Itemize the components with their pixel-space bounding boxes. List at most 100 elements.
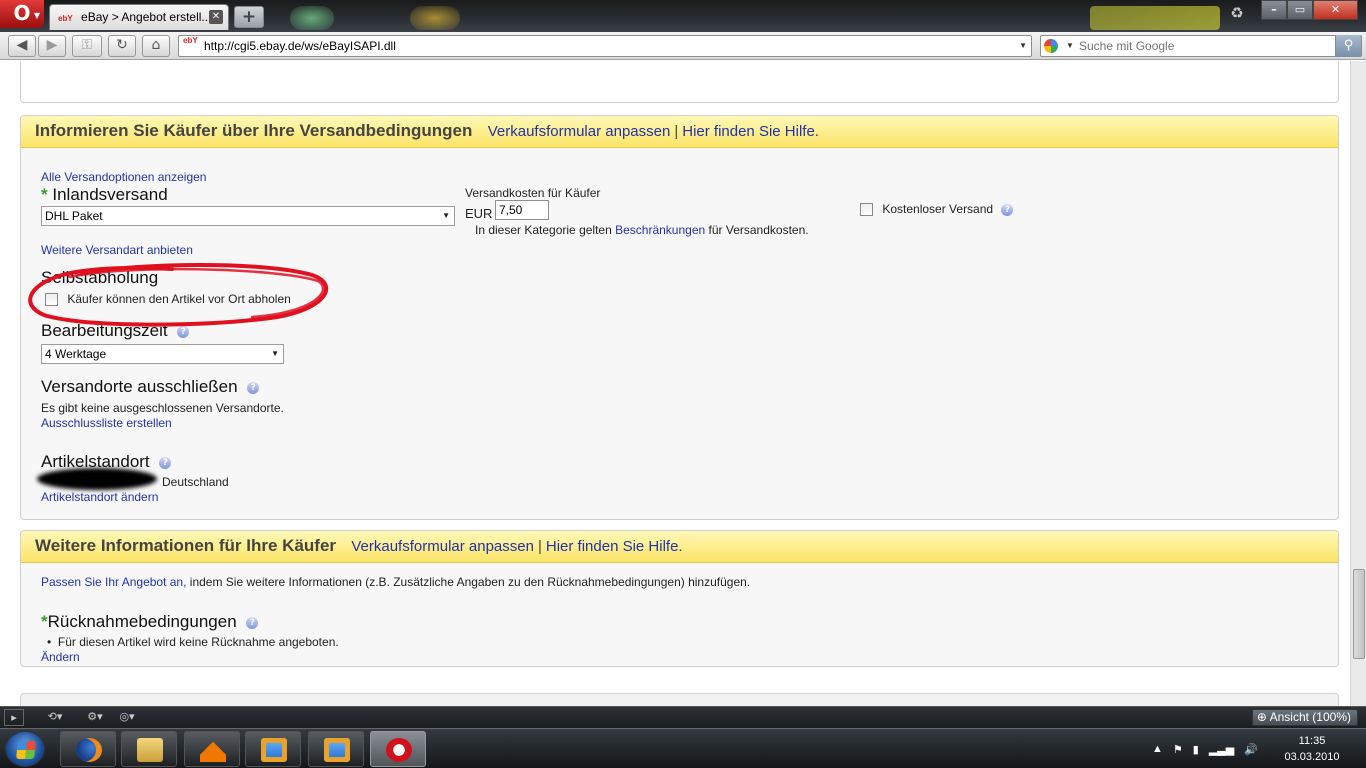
- media-player-icon: [324, 738, 350, 762]
- returns-bullet-text: Für diesen Artikel wird keine Rücknahme …: [57, 635, 339, 649]
- more-info-section-header: Weitere Informationen für Ihre Käufer Ve…: [21, 531, 1338, 563]
- close-window-button[interactable]: ✕: [1313, 0, 1358, 20]
- minimize-button[interactable]: –: [1261, 0, 1287, 20]
- section-title: Informieren Sie Käufer über Ihre Versand…: [35, 121, 473, 140]
- clock-time: 11:35: [1298, 735, 1326, 747]
- new-tab-button[interactable]: +: [234, 6, 264, 28]
- change-location-link[interactable]: Artikelstandort ändern: [41, 490, 158, 504]
- taskbar-explorer[interactable]: [121, 731, 177, 767]
- scrollbar-thumb[interactable]: [1353, 569, 1365, 659]
- change-returns-link[interactable]: Ändern: [41, 650, 80, 664]
- system-tray: ▲ ⚑ ▮ ▂▃▅ 🔊: [1152, 729, 1258, 768]
- taskbar-clock[interactable]: 11:35 03.03.2010: [1270, 733, 1354, 765]
- desktop-glow-decor: [410, 6, 460, 30]
- help-link[interactable]: Hier finden Sie Hilfe.: [682, 123, 819, 140]
- all-shipping-options-link[interactable]: Alle Versandoptionen anzeigen: [41, 170, 206, 184]
- required-mark: *: [41, 612, 48, 631]
- taskbar-firefox[interactable]: [60, 731, 116, 767]
- zoom-button[interactable]: ⊕ Ansicht (100%): [1251, 709, 1358, 726]
- chevron-down-icon[interactable]: ▼: [1019, 36, 1027, 56]
- search-icon[interactable]: ⚲: [1335, 35, 1361, 57]
- search-input[interactable]: [1079, 38, 1329, 54]
- desktop-glow-decor: [1090, 6, 1220, 30]
- show-hidden-icons-icon[interactable]: ▲: [1152, 743, 1163, 755]
- free-shipping-checkbox[interactable]: [860, 203, 873, 217]
- free-shipping-label: Kostenloser Versand: [882, 202, 994, 216]
- exclude-locations-note: Es gibt keine ausgeschlossenen Versandor…: [41, 401, 284, 415]
- panel-toggle-icon[interactable]: ▸: [4, 709, 24, 726]
- chevron-down-icon[interactable]: ▼: [1066, 36, 1074, 56]
- key-icon[interactable]: ⚿: [72, 35, 102, 57]
- taskbar-opera[interactable]: [370, 731, 426, 767]
- help-link[interactable]: Hier finden Sie Hilfe.: [546, 538, 683, 555]
- opera-icon: [386, 738, 412, 762]
- required-mark: *: [41, 185, 48, 204]
- vlc-icon: [200, 738, 226, 762]
- handling-time-select[interactable]: 4 Werktage ▼: [41, 344, 284, 364]
- google-icon[interactable]: [1044, 39, 1058, 53]
- reload-button[interactable]: ↻: [108, 35, 136, 57]
- forward-button[interactable]: ▶: [38, 35, 66, 57]
- page-viewport: Informieren Sie Käufer über Ihre Versand…: [0, 61, 1350, 706]
- item-location-country: Deutschland: [162, 475, 229, 489]
- link-separator: |: [537, 538, 542, 555]
- search-box: ▼ ⚲: [1040, 35, 1362, 57]
- battery-icon[interactable]: ▮: [1193, 743, 1199, 756]
- more-info-intro: Passen Sie Ihr Angebot an, indem Sie wei…: [41, 575, 750, 589]
- url-text: http://cgi5.ebay.de/ws/eBayISAPI.dll: [204, 39, 396, 53]
- unite-icon[interactable]: ◎▾: [110, 709, 144, 726]
- opera-menu-button[interactable]: O ▼: [0, 0, 44, 28]
- tab-title: eBay > Angebot erstell...: [81, 10, 212, 24]
- turbo-icon[interactable]: ⚙▾: [78, 709, 112, 726]
- free-shipping-option: Kostenloser Versand ?: [860, 202, 1014, 217]
- browser-navbar: ◀ ▶ ⚿ ↻ ⌂ ebY http://cgi5.ebay.de/ws/eBa…: [0, 32, 1366, 60]
- page-scrollbar[interactable]: [1350, 61, 1366, 706]
- ebay-favicon-icon: ebY: [183, 36, 198, 45]
- volume-icon[interactable]: 🔊: [1244, 743, 1258, 756]
- tab-close-icon[interactable]: ✕: [209, 10, 223, 24]
- back-button[interactable]: ◀: [8, 35, 36, 57]
- exclude-locations-text: Versandorte ausschließen: [41, 377, 238, 396]
- returns-label: *Rücknahmebedingungen ?: [41, 612, 259, 632]
- folder-icon: [137, 738, 163, 762]
- help-icon[interactable]: ?: [159, 456, 172, 469]
- taskbar-vlc[interactable]: [184, 731, 240, 767]
- returns-text: Rücknahmebedingungen: [47, 612, 237, 631]
- maximize-button[interactable]: ▭: [1287, 0, 1313, 20]
- customize-listing-link[interactable]: Passen Sie Ihr Angebot an,: [41, 575, 186, 589]
- firefox-icon: [76, 738, 102, 762]
- shipping-cost-input[interactable]: 7,50: [495, 200, 549, 220]
- link-separator: |: [674, 123, 679, 140]
- address-bar[interactable]: ebY http://cgi5.ebay.de/ws/eBayISAPI.dll…: [178, 35, 1032, 57]
- customize-form-link[interactable]: Verkaufsformular anpassen: [488, 123, 671, 140]
- restrictions-link[interactable]: Beschränkungen: [615, 223, 705, 237]
- help-icon[interactable]: ?: [247, 381, 260, 394]
- cost-restriction-note: In dieser Kategorie gelten Beschränkunge…: [475, 223, 809, 237]
- home-button[interactable]: ⌂: [142, 35, 170, 57]
- restriction-suffix: für Versandkosten.: [708, 223, 809, 237]
- add-shipping-service-link[interactable]: Weitere Versandart anbieten: [41, 243, 193, 257]
- shipping-section-header: Informieren Sie Käufer über Ihre Versand…: [21, 116, 1338, 148]
- returns-bullet: • Für diesen Artikel wird keine Rücknahm…: [47, 635, 339, 649]
- next-section-card: [20, 693, 1339, 706]
- currency-label: EUR: [465, 206, 493, 221]
- create-exclusion-list-link[interactable]: Ausschlussliste erstellen: [41, 416, 172, 430]
- sync-icon[interactable]: ⟲▾: [38, 709, 72, 726]
- chevron-down-icon: ▼: [442, 211, 450, 220]
- signal-icon[interactable]: ▂▃▅: [1209, 743, 1234, 756]
- help-icon[interactable]: ?: [246, 616, 259, 629]
- help-icon[interactable]: ?: [1001, 203, 1014, 216]
- windows-logo-icon: [16, 741, 36, 759]
- flag-icon[interactable]: ⚑: [1173, 743, 1183, 756]
- zoom-icon: ⊕: [1256, 710, 1267, 724]
- taskbar-media-player-2[interactable]: [308, 731, 364, 767]
- browser-tab[interactable]: ebY eBay > Angebot erstell... ✕: [49, 4, 229, 30]
- more-info-section: Weitere Informationen für Ihre Käufer Ve…: [20, 530, 1339, 667]
- domestic-service-select[interactable]: DHL Paket ▼: [41, 206, 455, 226]
- customize-form-link[interactable]: Verkaufsformular anpassen: [351, 538, 534, 555]
- start-button[interactable]: [5, 731, 45, 767]
- zoom-label: Ansicht (100%): [1269, 710, 1351, 724]
- domestic-shipping-label: * Inlandsversand: [41, 185, 168, 205]
- trash-icon[interactable]: ♻: [1226, 4, 1248, 28]
- taskbar-media-player[interactable]: [245, 731, 301, 767]
